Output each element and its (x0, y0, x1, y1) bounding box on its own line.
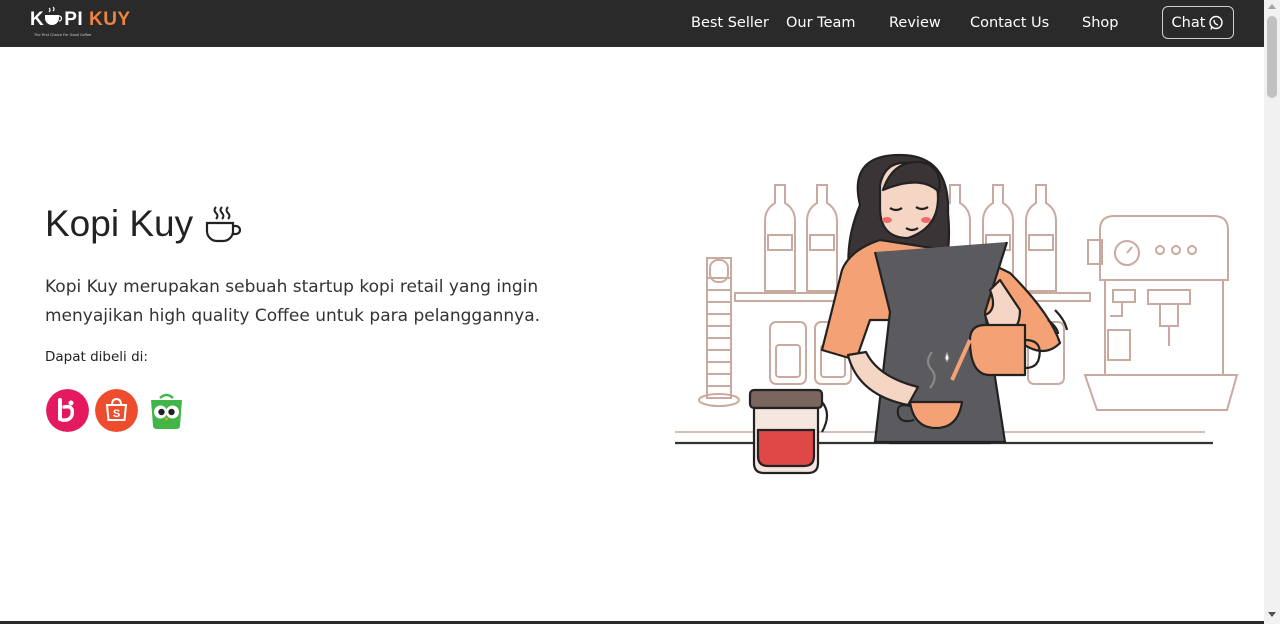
nav-link-our-team[interactable]: Our Team (786, 15, 856, 31)
page-scrollbar[interactable] (1264, 0, 1280, 624)
tokopedia-icon[interactable] (145, 389, 188, 432)
nav-link-shop[interactable]: Shop (1082, 15, 1118, 31)
whatsapp-icon (1209, 15, 1224, 30)
scroll-down-arrow-icon[interactable] (1268, 612, 1276, 617)
hot-coffee-icon (205, 206, 242, 243)
nav-link-best-seller[interactable]: Best Seller (691, 15, 769, 31)
coffee-cup-icon (45, 6, 63, 25)
brand-logo[interactable]: K PI KUY The First Choice For Good Coffee (30, 6, 130, 42)
nav-link-contact-us[interactable]: Contact Us (970, 15, 1049, 31)
nav-link-review[interactable]: Review (889, 15, 941, 31)
hero-title-text: Kopi Kuy (45, 203, 194, 244)
barista-illustration (675, 153, 1239, 475)
chat-button-label: Chat (1171, 14, 1206, 31)
scroll-up-arrow-icon[interactable] (1268, 4, 1276, 9)
chat-button[interactable]: Chat (1162, 6, 1234, 39)
hero-description: Kopi Kuy merupakan sebuah startup kopi r… (45, 277, 541, 326)
buy-label: Dapat dibeli di: (45, 349, 148, 365)
shopee-icon[interactable]: S (95, 389, 138, 432)
navbar: K PI KUY The First Choice For Good Coffee… (0, 0, 1264, 47)
blibli-icon[interactable] (46, 389, 89, 432)
scrollbar-thumb[interactable] (1267, 16, 1277, 98)
svg-text:S: S (113, 408, 120, 420)
logo-tagline: The First Choice For Good Coffee (34, 33, 92, 37)
hero-title: Kopi Kuy (45, 203, 245, 245)
